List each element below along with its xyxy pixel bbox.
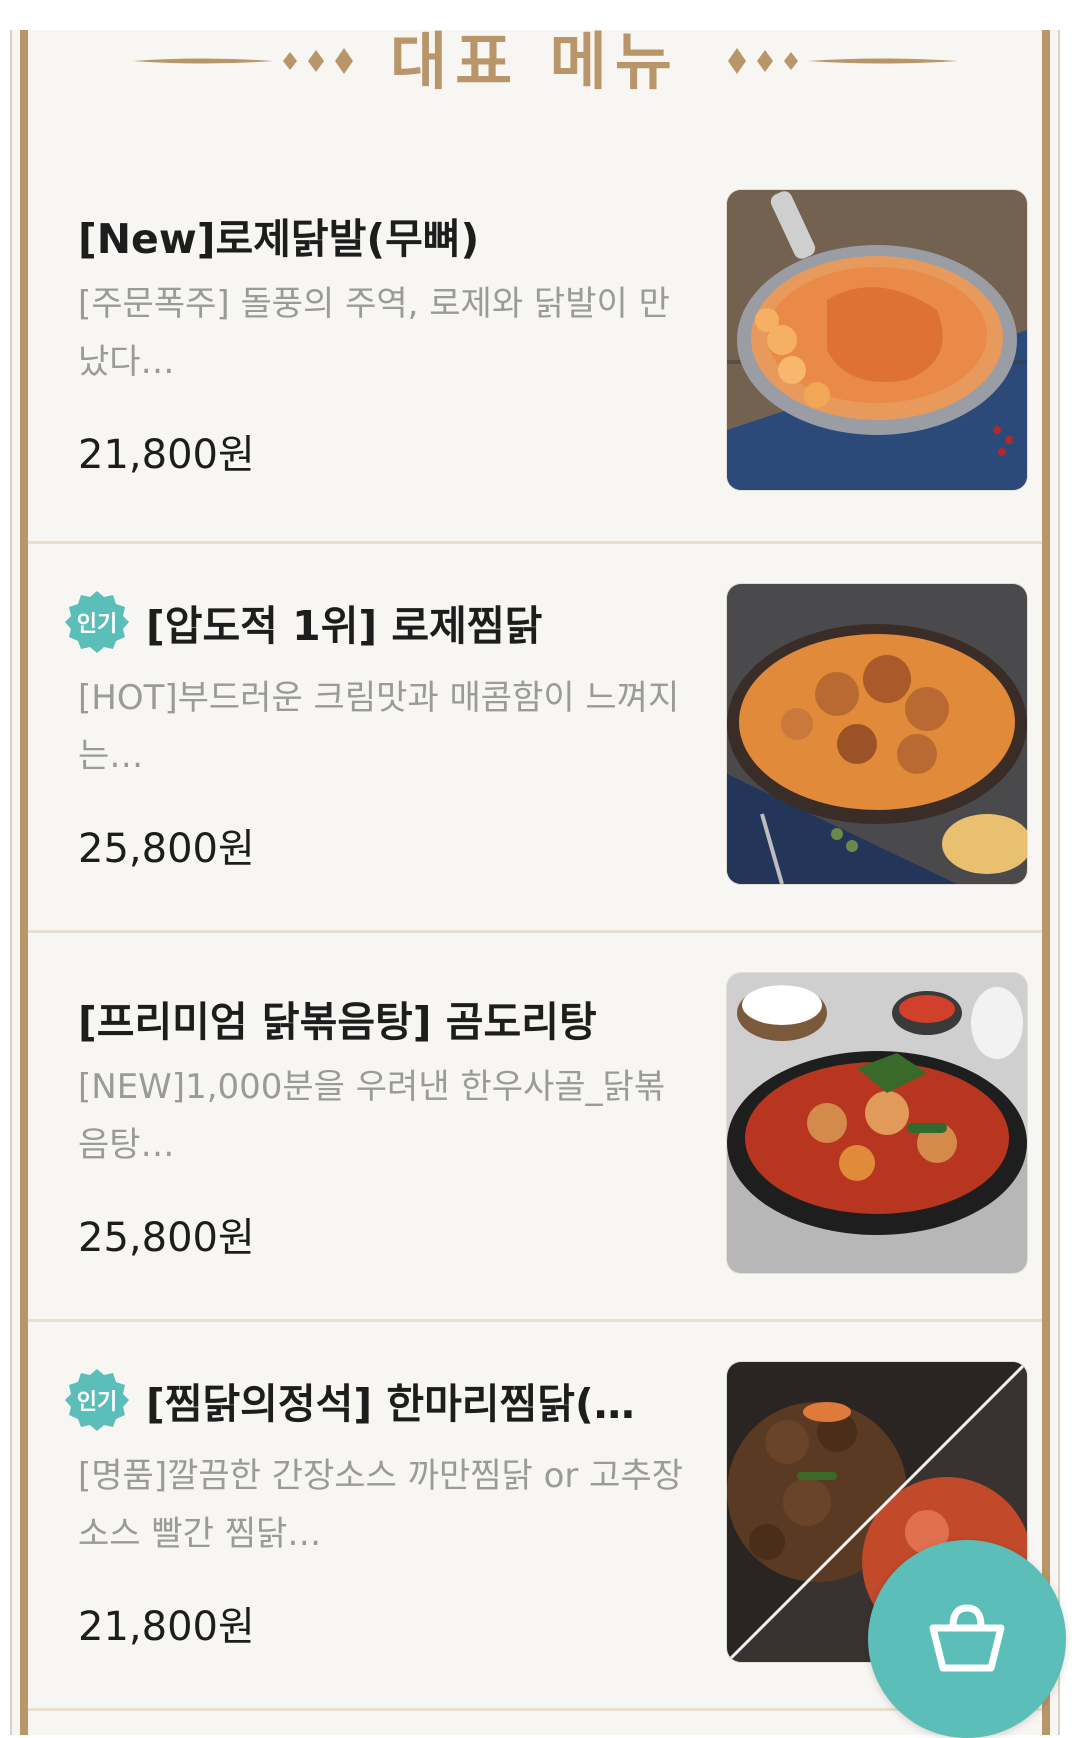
menu-item-title-text: [New]로제닭발(무뼈) (78, 215, 480, 263)
menu-item-title-text: [압도적 1위] 로제찜닭 (146, 602, 543, 650)
right-ornament-icon (728, 48, 958, 74)
frame-gold-border-left (20, 30, 28, 1735)
dakbokkeumtang-photo (727, 973, 1027, 1273)
menu-item-price: 25,800원 (78, 826, 255, 872)
badge-label: 인기 (76, 1390, 118, 1415)
menu-item-photo[interactable] (727, 190, 1027, 490)
menu-item-photo[interactable] (727, 584, 1027, 884)
menu-item[interactable]: [New]로제닭발(무뼈) [주문폭주] 돌풍의 주역, 로제와 닭발이 만났다… (28, 150, 1042, 544)
menu-item-description: [NEW]1,000분을 우려낸 한우사골_닭볶음탕… (78, 1067, 666, 1165)
menu-item-price: 21,800원 (78, 1604, 255, 1650)
shopping-basket-icon (929, 1604, 1005, 1672)
menu-item-title: [New]로제닭발(무뼈) (78, 205, 678, 265)
badge-label: 인기 (76, 612, 118, 637)
frame-gold-border-right (1042, 30, 1050, 1735)
menu-frame: 대표 메뉴 [New]로제닭발(무뼈) [주문폭주] 돌풍의 주역, 로제와 닭… (10, 30, 1060, 1735)
cart-button[interactable] (868, 1540, 1066, 1738)
menu-item-title: 인기 [압도적 1위] 로제찜닭 (64, 589, 664, 655)
menu-item-photo[interactable] (727, 973, 1027, 1273)
menu-item-description: [HOT]부드러운 크림맛과 매콤함이 느껴지는… (78, 678, 680, 776)
popular-badge-icon: 인기 (64, 589, 130, 655)
menu-item-title: 인기 [찜닭의정석] 한마리찜닭(… (64, 1367, 664, 1433)
menu-item-price: 25,800원 (78, 1215, 255, 1261)
frame-border-left (10, 30, 12, 1735)
menu-item-description: [주문폭주] 돌풍의 주역, 로제와 닭발이 만났다… (78, 284, 670, 382)
menu-item-title-text: [프리미엄 닭볶음탕] 곰도리탕 (78, 998, 597, 1046)
menu-item-price: 21,800원 (78, 432, 255, 478)
menu-item-title-text: [찜닭의정석] 한마리찜닭(… (146, 1380, 635, 1428)
menu-item-title: [프리미엄 닭볶음탕] 곰도리탕 (78, 988, 678, 1048)
menu-item-description: [명품]깔끔한 간장소스 까만찜닭 or 고추장소스 빨간 찜닭… (78, 1456, 684, 1554)
menu-item[interactable]: 인기 [압도적 1위] 로제찜닭 [HOT]부드러운 크림맛과 매콤함이 느껴지… (28, 544, 1042, 933)
frame-border-right (1058, 30, 1060, 1735)
rose-jjimdak-photo (727, 584, 1027, 884)
rose-chicken-feet-photo (727, 190, 1027, 490)
menu-item[interactable]: [프리미엄 닭볶음탕] 곰도리탕 [NEW]1,000분을 우려낸 한우사골_닭… (28, 933, 1042, 1322)
menu-list: [New]로제닭발(무뼈) [주문폭주] 돌풍의 주역, 로제와 닭발이 만났다… (28, 150, 1042, 1711)
popular-badge-icon: 인기 (64, 1367, 130, 1433)
section-header: 대표 메뉴 (28, 30, 1042, 110)
